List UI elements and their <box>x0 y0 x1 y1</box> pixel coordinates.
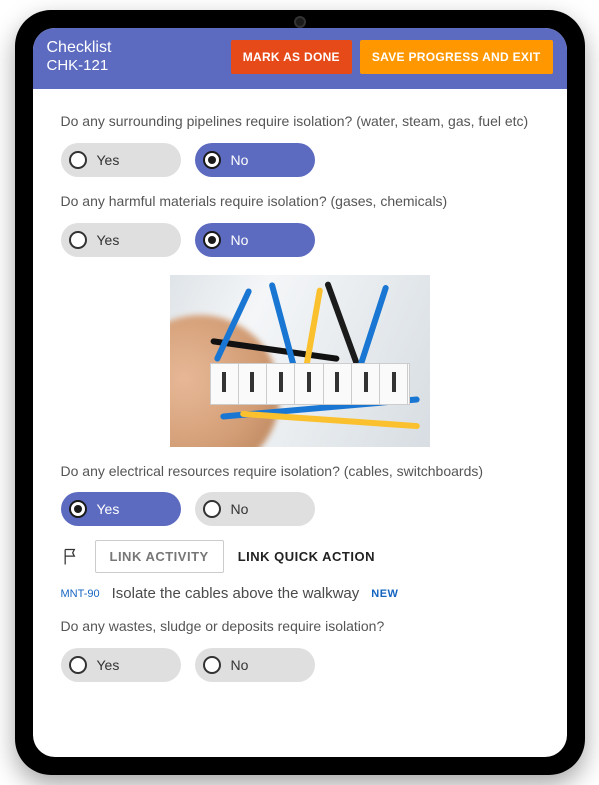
new-badge: NEW <box>371 588 398 600</box>
q4-no-option[interactable]: No <box>195 648 315 682</box>
tablet-frame: Checklist CHK-121 MARK AS DONE SAVE PROG… <box>15 10 585 775</box>
linked-desc: Isolate the cables above the walkway <box>112 585 360 602</box>
q3-yes-option[interactable]: Yes <box>61 492 181 526</box>
q4-yes-option[interactable]: Yes <box>61 648 181 682</box>
linked-ref: MNT-90 <box>61 588 100 600</box>
option-label: No <box>231 501 249 517</box>
option-label: Yes <box>97 501 120 517</box>
option-label: No <box>231 152 249 168</box>
option-label: Yes <box>97 657 120 673</box>
mark-done-button[interactable]: MARK AS DONE <box>231 40 352 74</box>
save-exit-button[interactable]: SAVE PROGRESS AND EXIT <box>360 40 553 74</box>
option-label: No <box>231 232 249 248</box>
option-label: Yes <box>97 152 120 168</box>
option-label: No <box>231 657 249 673</box>
question-2: Do any harmful materials require isolati… <box>61 191 539 213</box>
linked-activity-row[interactable]: MNT-90 Isolate the cables above the walk… <box>61 585 539 602</box>
link-activity-button[interactable]: LINK ACTIVITY <box>95 540 224 573</box>
image-breaker-row <box>210 363 410 405</box>
content-area: Do any surrounding pipelines require iso… <box>33 89 567 757</box>
radio-icon <box>69 656 87 674</box>
question-4: Do any wastes, sludge or deposits requir… <box>61 616 539 638</box>
link-quick-action-button[interactable]: LINK QUICK ACTION <box>238 549 375 564</box>
radio-icon <box>203 151 221 169</box>
radio-icon <box>69 231 87 249</box>
page-subtitle: CHK-121 <box>47 57 112 75</box>
question-1: Do any surrounding pipelines require iso… <box>61 111 539 133</box>
screen: Checklist CHK-121 MARK AS DONE SAVE PROG… <box>33 28 567 757</box>
radio-icon <box>203 656 221 674</box>
option-label: Yes <box>97 232 120 248</box>
radio-icon <box>69 151 87 169</box>
page-title: Checklist <box>47 38 112 57</box>
q2-no-option[interactable]: No <box>195 223 315 257</box>
q2-yes-option[interactable]: Yes <box>61 223 181 257</box>
radio-icon <box>203 231 221 249</box>
q3-no-option[interactable]: No <box>195 492 315 526</box>
q1-yes-option[interactable]: Yes <box>61 143 181 177</box>
app-header: Checklist CHK-121 MARK AS DONE SAVE PROG… <box>33 28 567 89</box>
radio-icon <box>69 500 87 518</box>
attachment-image[interactable] <box>170 275 430 447</box>
question-3: Do any electrical resources require isol… <box>61 461 539 483</box>
flag-icon <box>61 547 81 567</box>
radio-icon <box>203 500 221 518</box>
q1-no-option[interactable]: No <box>195 143 315 177</box>
